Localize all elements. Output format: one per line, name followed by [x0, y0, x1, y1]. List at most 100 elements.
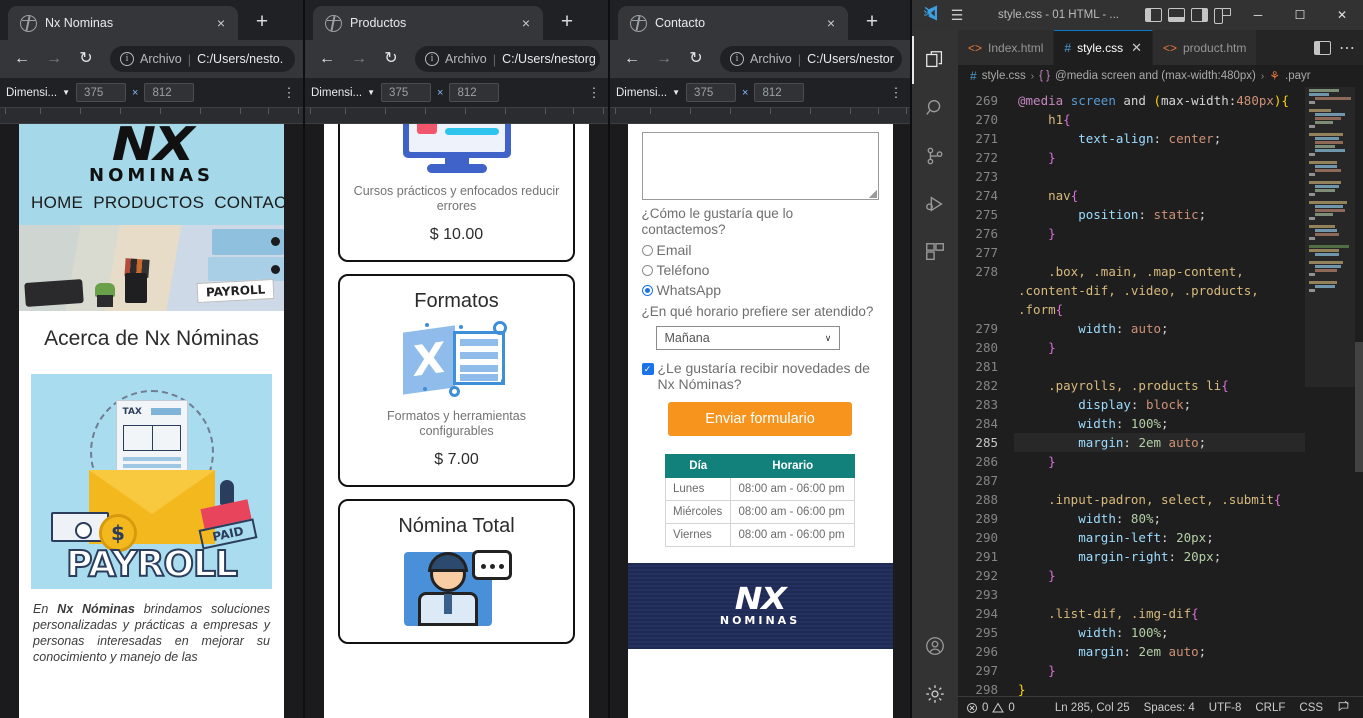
line-number: 270	[975, 112, 998, 127]
code-line: width: auto;	[1078, 321, 1169, 336]
device-preset-select[interactable]: Dimensi... ▼	[616, 87, 680, 99]
site-info-icon[interactable]: i	[730, 52, 744, 66]
device-width-input[interactable]: 375	[381, 83, 432, 102]
browser-window-home: Nx Nominas × + ← → ↻ i Archivo | C:/User…	[0, 0, 305, 718]
radio-option-email[interactable]: Email	[641, 242, 879, 258]
device-more-options-icon[interactable]: ⋮	[281, 86, 297, 99]
site-info-icon[interactable]: i	[425, 52, 439, 66]
reload-button[interactable]: ↻	[377, 45, 405, 73]
device-height-input[interactable]: 812	[144, 83, 195, 102]
toggle-secondary-sidebar-icon[interactable]	[1191, 8, 1208, 22]
back-button[interactable]: ←	[313, 45, 341, 73]
radio-label: WhatsApp	[656, 282, 722, 298]
code-line: .box, .main, .map-content, .content-dif,…	[1018, 264, 1267, 317]
editor-tab-index-html[interactable]: <> Index.html	[958, 30, 1055, 65]
checkbox-icon-checked[interactable]: ✓	[641, 363, 654, 375]
device-more-options-icon[interactable]: ⋮	[888, 86, 904, 99]
new-tab-button[interactable]: +	[553, 9, 581, 37]
nav-link-productos[interactable]: PRODUCTOS	[93, 193, 204, 212]
html-file-icon: <>	[1162, 40, 1177, 55]
device-more-options-icon[interactable]: ⋮	[586, 86, 602, 99]
browser-tab[interactable]: Contacto ×	[618, 6, 848, 40]
device-width-input[interactable]: 375	[686, 83, 737, 102]
omnibox-separator: |	[187, 51, 192, 67]
indentation-status[interactable]: Spaces: 4	[1144, 702, 1195, 714]
vscode-menu-hamburger-icon[interactable]: ☰	[942, 7, 972, 24]
eol-status[interactable]: CRLF	[1255, 702, 1285, 714]
message-textarea[interactable]	[641, 132, 879, 200]
address-bar[interactable]: i Archivo | C:/Users/nesto.	[110, 46, 295, 72]
extensions-icon[interactable]	[912, 228, 958, 276]
code-line: .payrolls, .products li{	[1048, 378, 1229, 393]
close-tab-icon[interactable]: ×	[212, 14, 230, 32]
nav-link-home[interactable]: HOME	[31, 193, 83, 212]
newsletter-checkbox-row[interactable]: ✓ ¿Le gustaría recibir novedades de Nx N…	[641, 360, 879, 392]
run-debug-icon[interactable]	[912, 180, 958, 228]
settings-gear-icon[interactable]	[912, 670, 958, 718]
language-mode-status[interactable]: CSS	[1299, 702, 1323, 714]
code-content[interactable]: @media screen and (max-width:480px){ h1{…	[1014, 87, 1305, 696]
code-line: }	[1048, 150, 1056, 165]
radio-option-telefono[interactable]: Teléfono	[641, 262, 879, 278]
nav-link-contacto[interactable]: CONTACTO	[214, 193, 284, 212]
close-editor-tab-icon[interactable]: ✕	[1131, 40, 1142, 56]
breadcrumb-file[interactable]: style.css	[982, 70, 1026, 82]
device-height-input[interactable]: 812	[754, 83, 805, 102]
line-number: 292	[975, 568, 998, 583]
editor-more-actions-icon[interactable]: ⋯	[1339, 38, 1355, 58]
line-number: 295	[975, 625, 998, 640]
toggle-primary-sidebar-icon[interactable]	[1145, 8, 1162, 22]
cell-hours: 08:00 am - 06:00 pm	[730, 500, 855, 524]
toggle-panel-icon[interactable]	[1168, 8, 1185, 22]
minimize-button[interactable]: ─	[1237, 0, 1279, 30]
new-tab-button[interactable]: +	[248, 9, 276, 37]
radio-icon[interactable]	[641, 244, 653, 256]
browser-tab[interactable]: Productos ×	[313, 6, 543, 40]
cursor-position[interactable]: Ln 285, Col 25	[1055, 702, 1130, 714]
back-button[interactable]: ←	[8, 45, 36, 73]
editor-scrollbar[interactable]	[1355, 87, 1363, 696]
browser-tab[interactable]: Nx Nominas ×	[8, 6, 238, 40]
address-bar[interactable]: i Archivo | C:/Users/nestor	[720, 46, 902, 72]
forward-button[interactable]: →	[40, 45, 68, 73]
encoding-status[interactable]: UTF-8	[1209, 702, 1242, 714]
monitor-icon	[402, 124, 511, 174]
radio-icon[interactable]	[641, 264, 653, 276]
site-info-icon[interactable]: i	[120, 52, 134, 66]
address-bar[interactable]: i Archivo | C:/Users/nestorg	[415, 46, 600, 72]
schedule-select[interactable]: Mañana ∨	[655, 326, 841, 350]
account-icon[interactable]	[912, 622, 958, 670]
back-button[interactable]: ←	[618, 45, 646, 73]
radio-option-whatsapp[interactable]: WhatsApp	[641, 282, 879, 298]
source-control-icon[interactable]	[912, 132, 958, 180]
editor-tab-style-css[interactable]: # style.css ✕	[1054, 30, 1153, 65]
close-tab-icon[interactable]: ×	[517, 14, 535, 32]
forward-button[interactable]: →	[345, 45, 373, 73]
customize-layout-icon[interactable]	[1214, 8, 1231, 24]
problems-status[interactable]: 0 0	[966, 702, 1015, 714]
breadcrumb-selector[interactable]: .payr	[1285, 70, 1311, 82]
device-height-input[interactable]: 812	[449, 83, 500, 102]
device-preset-select[interactable]: Dimensi... ▼	[311, 87, 375, 99]
payroll-wordmark: PAYROLL	[65, 543, 239, 586]
search-icon[interactable]	[912, 84, 958, 132]
editor-tab-product-htm[interactable]: <> product.htm	[1152, 30, 1258, 65]
breadcrumb-media-query[interactable]: @media screen and (max-width:480px)	[1055, 70, 1256, 82]
feedback-icon[interactable]	[1337, 700, 1350, 716]
split-editor-icon[interactable]	[1314, 40, 1331, 55]
new-tab-button[interactable]: +	[858, 9, 886, 37]
reload-button[interactable]: ↻	[682, 45, 710, 73]
forward-button[interactable]: →	[650, 45, 678, 73]
editor-minimap[interactable]	[1305, 87, 1363, 696]
explorer-icon[interactable]	[912, 36, 958, 84]
close-tab-icon[interactable]: ×	[822, 14, 840, 32]
reload-button[interactable]: ↻	[72, 45, 100, 73]
code-editor[interactable]: 269 270 271 272 273 274 275 276 277 278 …	[958, 87, 1363, 696]
radio-icon-selected[interactable]	[641, 284, 653, 296]
device-preset-select[interactable]: Dimensi... ▼	[6, 87, 70, 99]
submit-form-button[interactable]: Enviar formulario	[667, 402, 853, 436]
close-button[interactable]: ✕	[1321, 0, 1363, 30]
table-row: Miércoles 08:00 am - 06:00 pm	[664, 500, 855, 524]
device-width-input[interactable]: 375	[76, 83, 127, 102]
maximize-button[interactable]: ☐	[1279, 0, 1321, 30]
